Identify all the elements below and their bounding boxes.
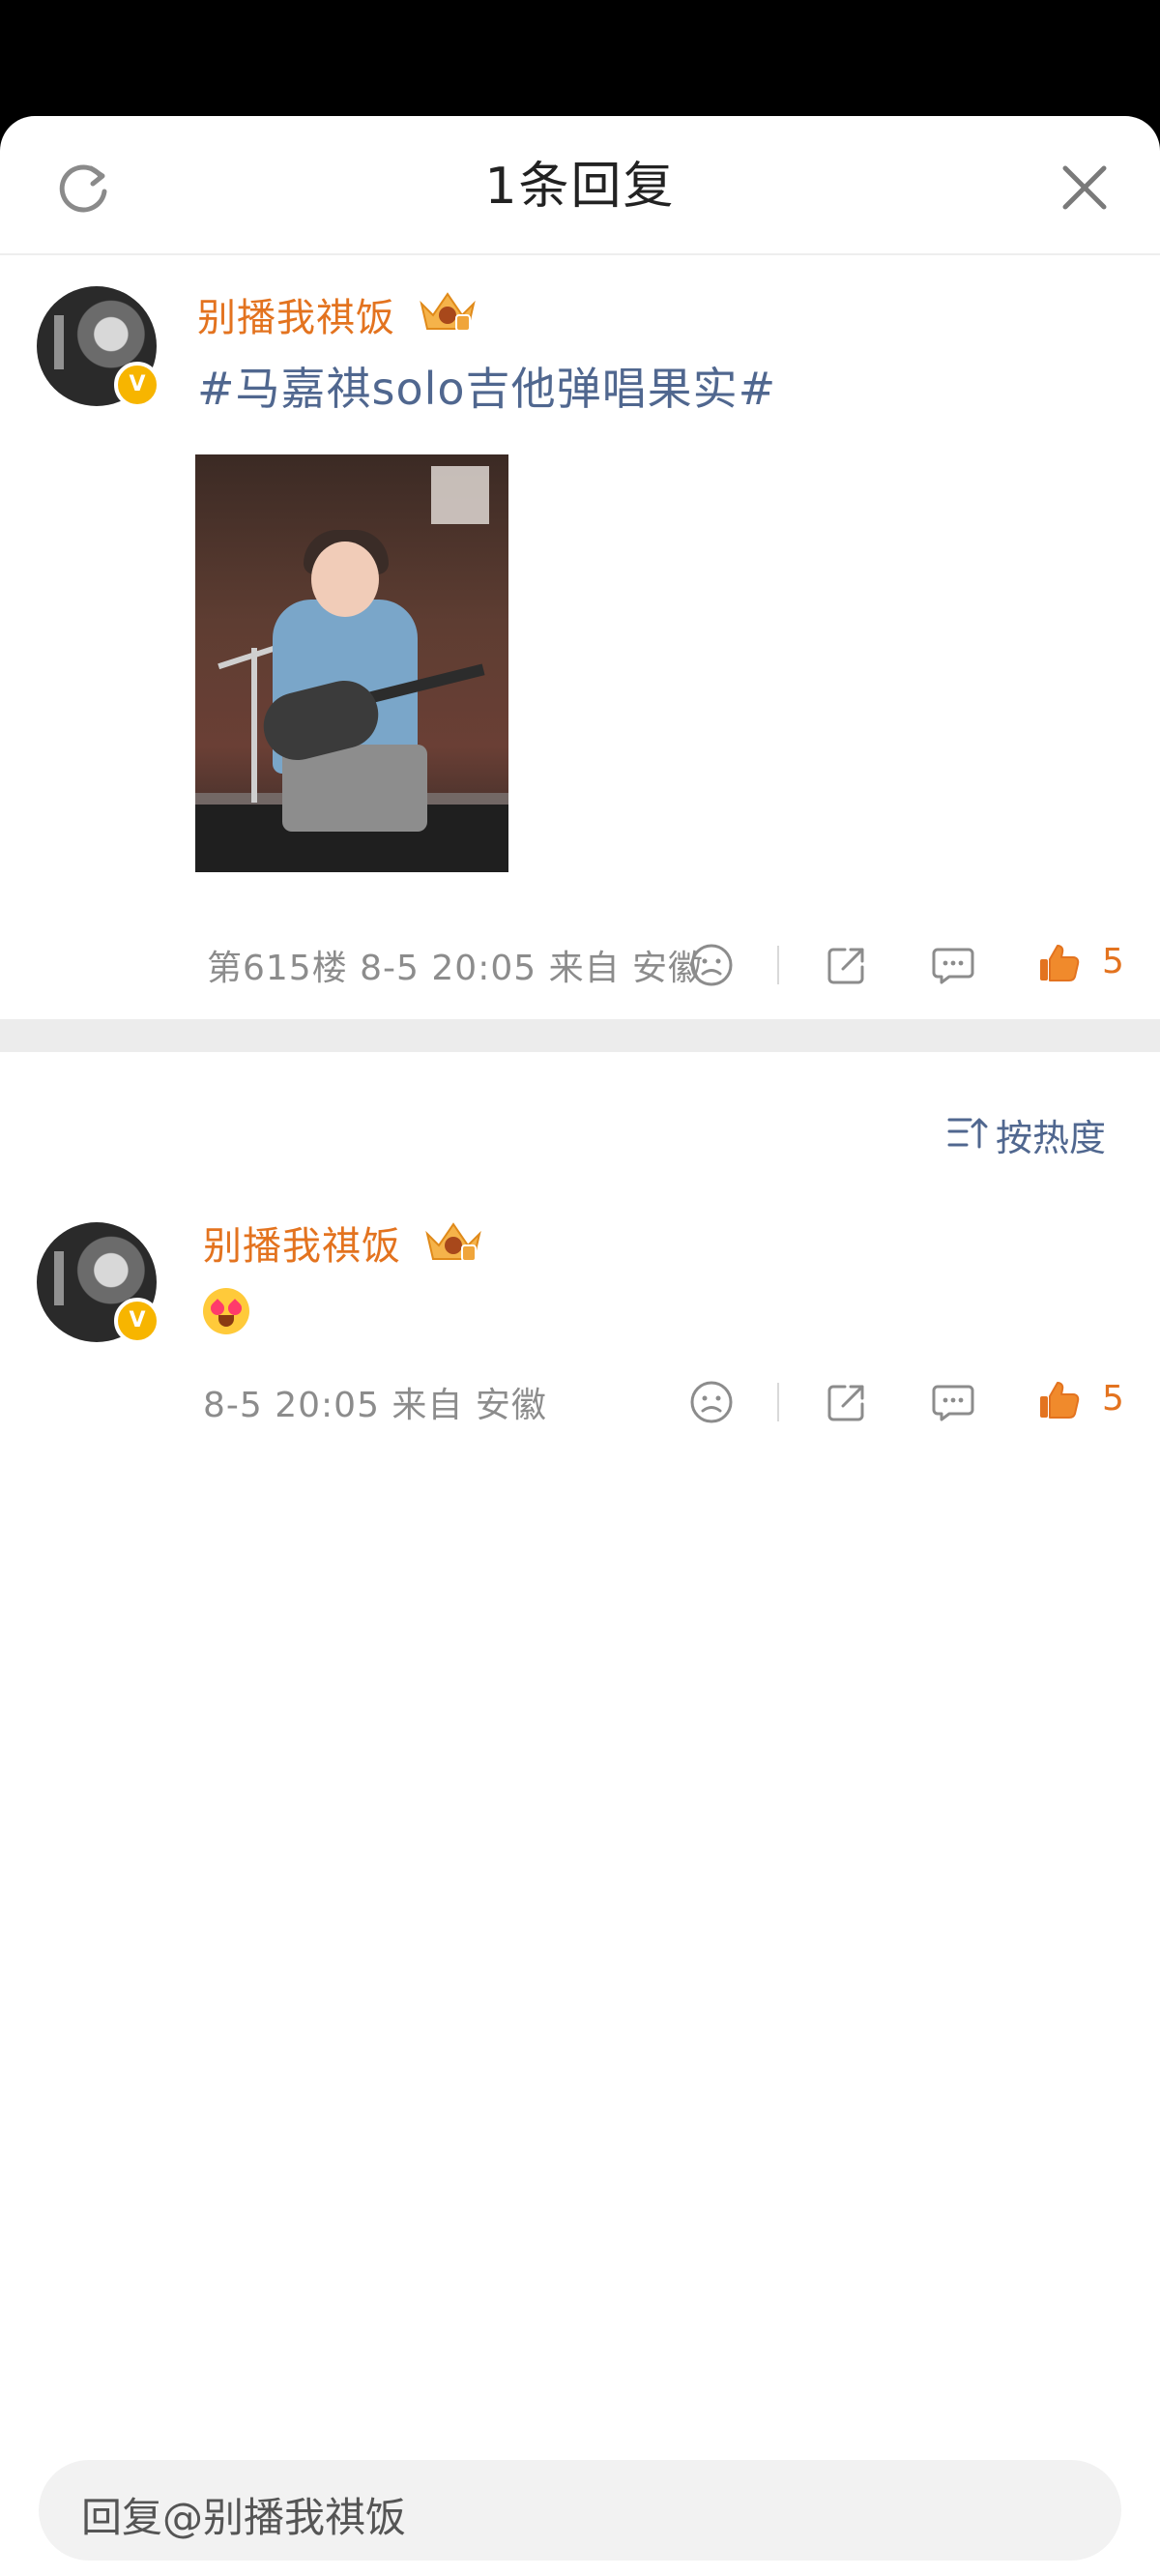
photo-mic-stand xyxy=(251,648,257,803)
sort-icon xyxy=(947,1118,988,1149)
comment-photo[interactable] xyxy=(195,454,508,872)
verified-badge-icon: V xyxy=(114,362,160,408)
like-icon[interactable] xyxy=(1036,940,1083,986)
divider xyxy=(777,946,779,984)
section-divider xyxy=(0,1019,1160,1052)
comment-username[interactable]: 别播我祺饭 xyxy=(197,286,395,342)
dislike-icon[interactable] xyxy=(688,1379,735,1425)
dislike-icon[interactable] xyxy=(688,942,735,988)
reply-input[interactable]: 回复@别播我祺饭 xyxy=(39,2460,1121,2561)
photo-logo xyxy=(431,466,489,524)
avatar[interactable]: V xyxy=(37,1222,160,1344)
crown-badge-icon xyxy=(425,1222,481,1262)
avatar[interactable]: V xyxy=(37,286,160,408)
comment-icon[interactable] xyxy=(930,942,976,988)
photo-figure-head xyxy=(311,542,379,617)
divider xyxy=(777,1383,779,1421)
avatar-image xyxy=(54,1251,64,1305)
reply-sheet: 1条回复 V 别播我祺饭 #马嘉祺solo吉他弹唱果实# 第615楼 8-5 2… xyxy=(0,116,1160,2576)
crown-badge-icon xyxy=(420,292,476,332)
heart-eyes-emoji-icon xyxy=(203,1288,249,1334)
reply-input-placeholder: 回复@别播我祺饭 xyxy=(81,2494,407,2541)
sheet-header: 1条回复 xyxy=(0,116,1160,255)
verified-badge-icon: V xyxy=(114,1298,160,1344)
like-count: 5 xyxy=(1102,942,1124,981)
comment-icon[interactable] xyxy=(930,1379,976,1425)
share-icon[interactable] xyxy=(824,1379,870,1425)
close-icon[interactable] xyxy=(1058,161,1112,215)
reply-meta: 8-5 20:05 来自 安徽 xyxy=(203,1386,547,1425)
like-count: 5 xyxy=(1102,1379,1124,1419)
comment-meta: 第615楼 8-5 20:05 来自 安徽 xyxy=(207,949,705,988)
avatar-image xyxy=(54,315,64,369)
emoji-mouth xyxy=(218,1315,234,1327)
like-icon[interactable] xyxy=(1036,1377,1083,1423)
reply-username[interactable]: 别播我祺饭 xyxy=(203,1215,401,1271)
page-title: 1条回复 xyxy=(484,158,676,216)
share-icon[interactable] xyxy=(824,942,870,988)
topic-hashtag-link[interactable]: #马嘉祺solo吉他弹唱果实# xyxy=(197,354,776,418)
sort-label: 按热度 xyxy=(996,1117,1107,1159)
